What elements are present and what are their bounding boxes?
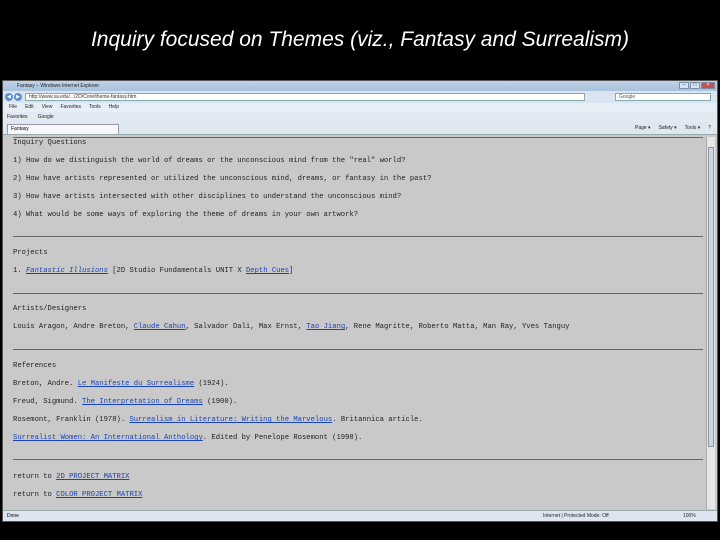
forward-icon[interactable]: ▶ (14, 93, 22, 101)
maximize-icon[interactable]: □ (690, 82, 700, 89)
divider (13, 236, 703, 237)
ref1-year: (1924). (194, 380, 229, 388)
scrollbar-thumb[interactable] (708, 147, 714, 447)
divider (13, 459, 703, 460)
safety-menu-button[interactable]: Safety ▾ (659, 124, 677, 132)
ref3-note: . Britannica article. (332, 416, 423, 424)
project-unit-text: [2D Studio Fundamentals UNIT X (107, 267, 246, 275)
artists-heading: Artists/Designers (13, 305, 87, 313)
artists-text-3: , Rene Magritte, Roberto Matta, Man Ray,… (345, 323, 570, 331)
vertical-scrollbar[interactable] (706, 137, 715, 509)
security-zone: Internet | Protected Mode: Off (543, 513, 609, 519)
inquiry-heading: Inquiry Questions (13, 139, 87, 147)
favorites-bar: Favorites Google (3, 112, 717, 122)
return-line-2: return to COLOR PROJECT MATRIX (13, 491, 142, 499)
menu-tools[interactable]: Tools (89, 103, 101, 112)
project-end: ] (289, 267, 294, 275)
status-bar: Done Internet | Protected Mode: Off 100% (3, 510, 717, 521)
menu-help[interactable]: Help (109, 103, 119, 112)
question-1: 1) How do we distinguish the world of dr… (13, 157, 406, 165)
tab-fantasy[interactable]: Fantasy (7, 124, 119, 134)
fav-item-google[interactable]: Google (38, 112, 54, 122)
ref4-note: . Edited by Penelope Rosemont (1998). (202, 434, 363, 442)
divider (13, 293, 703, 294)
return-prefix: return to (13, 491, 57, 499)
ref1-author: Breton, Andre. (13, 380, 78, 388)
ref1-link[interactable]: Le Manifeste du Surrealisme (78, 380, 194, 388)
artists-text-2: , Salvador Dali, Max Ernst, (185, 323, 307, 331)
ref3-link[interactable]: Surrealism in Literature: Writing the Ma… (129, 416, 332, 424)
reference-1: Breton, Andre. Le Manifeste du Surrealis… (13, 380, 229, 388)
artists-text-1: Louis Aragon, Andre Breton, (13, 323, 134, 331)
color-project-matrix-link[interactable]: COLOR PROJECT MATRIX (56, 491, 142, 499)
tab-row: Fantasy Page ▾ Safety ▾ Tools ▾ ? (3, 122, 717, 135)
menu-bar: File Edit View Favorites Tools Help (3, 103, 717, 112)
2d-project-matrix-link[interactable]: 2D PROJECT MATRIX (56, 473, 129, 481)
search-input[interactable]: Google (615, 93, 711, 101)
favorites-button[interactable]: Favorites (7, 112, 28, 122)
reference-3: Rosemont, Franklin (1978). Surrealism in… (13, 416, 423, 424)
project-line: 1. Fantastic Illusions [2D Studio Fundam… (13, 267, 293, 275)
minimize-icon[interactable]: – (679, 82, 689, 89)
zoom-level[interactable]: 100% (683, 511, 696, 521)
question-3: 3) How have artists intersected with oth… (13, 193, 402, 201)
back-icon[interactable]: ◀ (5, 93, 13, 101)
reference-4: Surrealist Women: An International Antho… (13, 434, 362, 442)
browser-window: Fantasy – Windows Internet Explorer – □ … (2, 80, 718, 522)
page-content: Inquiry Questions 1) How do we distingui… (9, 137, 709, 509)
divider (13, 349, 703, 350)
menu-file[interactable]: File (9, 103, 17, 112)
window-titlebar: Fantasy – Windows Internet Explorer – □ … (3, 81, 717, 91)
ref2-author: Freud, Sigmund. (13, 398, 83, 406)
artists-line: Louis Aragon, Andre Breton, Claude Cahun… (13, 323, 569, 331)
menu-edit[interactable]: Edit (25, 103, 34, 112)
references-heading: References (13, 362, 57, 370)
window-title: Fantasy – Windows Internet Explorer (17, 83, 99, 89)
return-prefix: return to (13, 473, 57, 481)
depth-cues-link[interactable]: Depth Cues (246, 267, 289, 275)
ref2-year: (1900). (202, 398, 238, 406)
ref4-link[interactable]: Surrealist Women: An International Antho… (13, 434, 203, 442)
divider (13, 137, 703, 138)
projects-heading: Projects (13, 249, 48, 257)
project-num: 1. (13, 267, 22, 275)
command-bar: Page ▾ Safety ▾ Tools ▾ ? (635, 124, 711, 132)
ref3-author: Rosemont, Franklin (1978). (13, 416, 130, 424)
return-line-1: return to 2D PROJECT MATRIX (13, 473, 129, 481)
question-4: 4) What would be some ways of exploring … (13, 211, 359, 219)
help-button[interactable]: ? (708, 124, 711, 132)
menu-view[interactable]: View (42, 103, 53, 112)
fantastic-illusions-link[interactable]: Fantastic Illusions (26, 267, 108, 275)
address-bar[interactable]: http://www.sa.edu/.../2D/Core/theme-fant… (25, 93, 585, 101)
page-menu-button[interactable]: Page ▾ (635, 124, 651, 132)
reference-2: Freud, Sigmund. The Interpretation of Dr… (13, 398, 237, 406)
claude-cahun-link[interactable]: Claude Cahun (134, 323, 186, 331)
address-row: ◀ ▶ http://www.sa.edu/.../2D/Core/theme-… (3, 91, 717, 103)
tao-jiang-link[interactable]: Tao Jiang (306, 323, 345, 331)
menu-favorites[interactable]: Favorites (60, 103, 81, 112)
question-2: 2) How have artists represented or utili… (13, 175, 432, 183)
slide-title: Inquiry focused on Themes (viz., Fantasy… (90, 28, 630, 51)
close-icon[interactable]: × (701, 82, 715, 89)
status-done: Done (7, 513, 19, 519)
ref2-link[interactable]: The Interpretation of Dreams (82, 398, 203, 406)
tools-menu-button[interactable]: Tools ▾ (685, 124, 701, 132)
